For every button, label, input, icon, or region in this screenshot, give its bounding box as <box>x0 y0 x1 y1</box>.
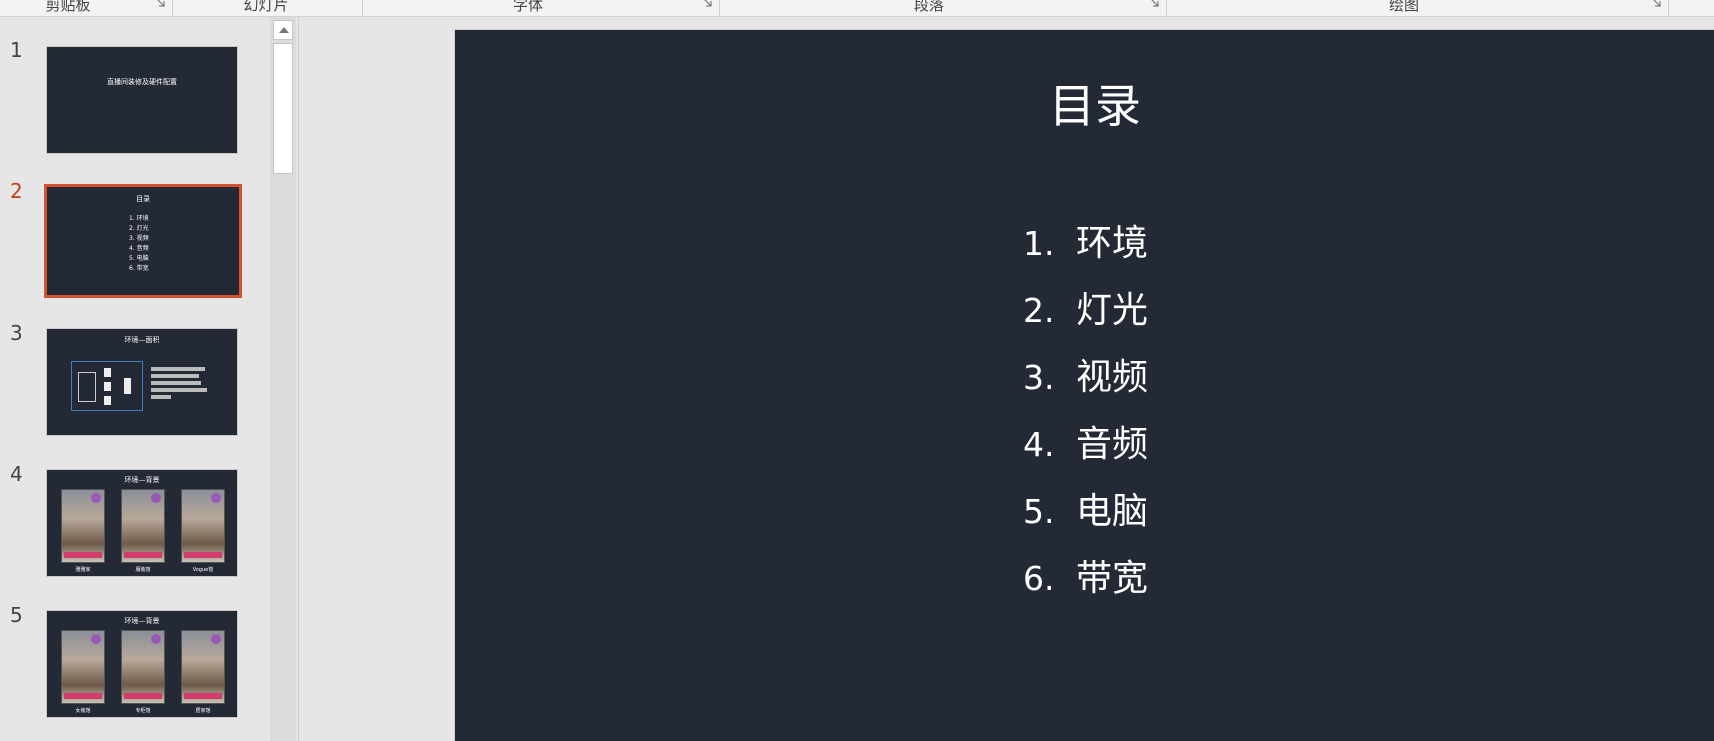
dialog-launcher-icon[interactable] <box>156 0 166 8</box>
slide-thumbnail-3-title: 环境—面积 <box>124 336 160 344</box>
list-item: 1. 环境 <box>129 215 149 222</box>
ribbon-group-drawing: 绘图 <box>1166 0 1669 16</box>
floor-plan-rect <box>78 372 96 402</box>
slide-thumbnail-pane: 1 直播间装修及硬件配置 2 目录 1. 环境 2. 灯光 3. 视频 4. 音… <box>0 17 270 741</box>
list-item: 6. 带宽 <box>1023 545 1148 612</box>
livestream-screenshot <box>61 630 105 704</box>
slide-thumbnail-4[interactable]: 环境—背景 雅雅家 服装馆 Vogue馆 <box>46 469 238 577</box>
slide-thumbnail-1[interactable]: 直播间装修及硬件配置 <box>46 46 238 154</box>
list-item: 4. 音频 <box>1023 411 1148 478</box>
slide-thumbnail-2[interactable]: 目录 1. 环境 2. 灯光 3. 视频 4. 音频 5. 电脑 6. 带宽 <box>44 184 242 298</box>
list-item-number: 1. <box>1023 224 1055 263</box>
floor-plan-item <box>124 378 131 394</box>
list-item-label: 灯光 <box>1076 290 1149 331</box>
dialog-launcher-icon[interactable] <box>1150 0 1160 8</box>
ribbon-group-font-label: 字体 <box>512 0 544 14</box>
list-item: 4. 音频 <box>129 245 149 252</box>
list-item: 3. 视频 <box>129 235 149 242</box>
list-item-label: 音频 <box>1076 424 1149 465</box>
slide-thumbnail-1-title: 直播间装修及硬件配置 <box>107 78 177 86</box>
floor-plan-item <box>104 396 111 405</box>
slide-number-1: 1 <box>10 38 23 62</box>
list-item-label: 电脑 <box>1076 491 1149 532</box>
slide-number-4: 4 <box>10 462 23 486</box>
list-item-label: 带宽 <box>1076 558 1149 599</box>
dialog-launcher-icon[interactable] <box>1652 0 1662 8</box>
ribbon-group-slides-label: 幻灯片 <box>243 0 289 14</box>
ribbon-group-slides: 幻灯片 <box>172 0 363 16</box>
floor-plan-item <box>104 368 111 377</box>
thumbnail-caption: 服装馆 <box>135 567 151 573</box>
ribbon-bar: 剪贴板 幻灯片 字体 段落 绘图 <box>0 0 1714 17</box>
slide-thumbnail-2-list: 1. 环境 2. 灯光 3. 视频 4. 音频 5. 电脑 6. 带宽 <box>129 214 149 274</box>
slide-number-3: 3 <box>10 321 23 345</box>
ribbon-group-clipboard: 剪贴板 <box>0 0 173 16</box>
current-slide[interactable]: 目录 1. 环境 2. 灯光 3. 视频 4. 音频 5. 电脑 6. 带宽 <box>455 30 1714 741</box>
scrollbar-thumb[interactable] <box>273 43 293 174</box>
list-item-label: 视频 <box>1076 357 1149 398</box>
slide-thumbnail-4-title: 环境—背景 <box>124 476 160 484</box>
slide-thumbnail-3[interactable]: 环境—面积 <box>46 328 238 436</box>
slide-thumbnail-3-text <box>151 367 207 399</box>
livestream-screenshot <box>181 489 225 563</box>
ribbon-group-clipboard-label: 剪贴板 <box>45 0 91 14</box>
ribbon-group-font: 字体 <box>362 0 720 16</box>
list-item: 5. 电脑 <box>129 255 149 262</box>
slide-content-list[interactable]: 1. 环境 2. 灯光 3. 视频 4. 音频 5. 电脑 6. 带宽 <box>1023 210 1148 612</box>
list-item: 2. 灯光 <box>129 225 149 232</box>
list-item-number: 4. <box>1023 425 1055 464</box>
scroll-up-button[interactable] <box>273 20 293 40</box>
slide-number-5: 5 <box>10 603 23 627</box>
slide-title[interactable]: 目录 <box>455 70 1714 136</box>
list-item: 6. 带宽 <box>129 265 149 272</box>
ribbon-group-paragraph-label: 段落 <box>913 0 945 14</box>
slide-thumbnail-2-title: 目录 <box>136 195 150 203</box>
list-item: 2. 灯光 <box>1023 277 1148 344</box>
livestream-screenshot <box>61 489 105 563</box>
floor-plan-item <box>104 382 111 391</box>
thumbnail-caption: 雅雅家 <box>75 567 91 573</box>
list-item: 3. 视频 <box>1023 344 1148 411</box>
livestream-screenshot <box>121 630 165 704</box>
livestream-screenshot <box>181 630 225 704</box>
list-item-number: 5. <box>1023 492 1055 531</box>
dialog-launcher-icon[interactable] <box>703 0 713 8</box>
livestream-screenshot <box>121 489 165 563</box>
list-item: 5. 电脑 <box>1023 478 1148 545</box>
list-item-number: 3. <box>1023 358 1055 397</box>
ribbon-group-drawing-label: 绘图 <box>1388 0 1420 14</box>
thumbnail-caption: 专柜馆 <box>135 708 151 714</box>
list-item-number: 6. <box>1023 559 1055 598</box>
list-item-label: 环境 <box>1076 223 1149 264</box>
thumbnail-caption: 居家馆 <box>195 708 211 714</box>
slide-number-2: 2 <box>10 179 23 203</box>
list-item-number: 2. <box>1023 291 1055 330</box>
floor-plan-diagram <box>71 361 143 411</box>
thumbnail-caption: Vogue馆 <box>192 567 214 573</box>
slide-thumbnail-5[interactable]: 环境—背景 女装馆 专柜馆 居家馆 <box>46 610 238 718</box>
ribbon-group-paragraph: 段落 <box>719 0 1167 16</box>
thumbnail-caption: 女装馆 <box>75 708 91 714</box>
thumbnail-scrollbar[interactable] <box>270 17 296 741</box>
list-item: 1. 环境 <box>1023 210 1148 277</box>
slide-thumbnail-5-title: 环境—背景 <box>124 617 160 625</box>
